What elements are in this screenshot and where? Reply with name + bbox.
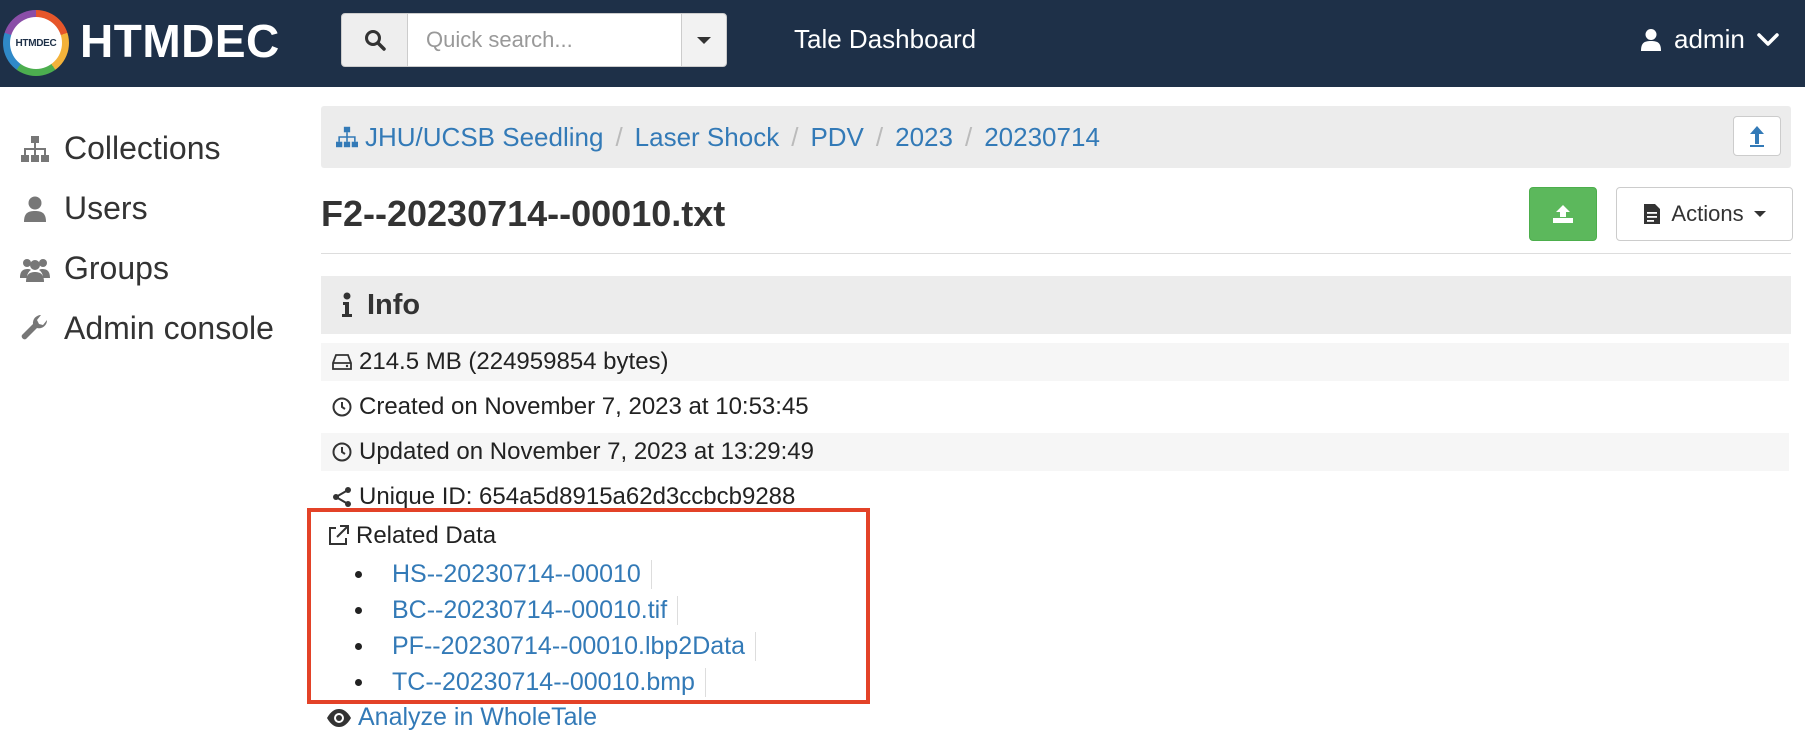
hdd-icon bbox=[332, 354, 352, 370]
page-title: F2--20230714--00010.txt bbox=[321, 193, 726, 234]
breadcrumb: JHU/UCSB Seedling / Laser Shock / PDV / … bbox=[321, 106, 1791, 168]
info-updated: Updated on November 7, 2023 at 13:29:49 bbox=[321, 433, 1789, 471]
breadcrumb-item[interactable]: 2023 bbox=[895, 122, 953, 153]
htmdec-logo[interactable]: HTMDEC bbox=[3, 10, 69, 76]
eye-icon bbox=[327, 708, 351, 727]
breadcrumb-item[interactable]: Laser Shock bbox=[635, 122, 780, 153]
breadcrumb-item-root[interactable]: JHU/UCSB Seedling bbox=[335, 122, 603, 153]
info-icon bbox=[342, 292, 352, 317]
info-heading-label: Info bbox=[367, 288, 421, 321]
breadcrumb-separator: / bbox=[875, 121, 884, 152]
actions-label: Actions bbox=[1671, 201, 1744, 226]
info-panel-heading: Info bbox=[321, 276, 1791, 334]
divider bbox=[321, 253, 1791, 254]
breadcrumb-separator: / bbox=[791, 121, 799, 152]
sidebar-item-collections[interactable]: Collections bbox=[20, 130, 221, 167]
sidebar: Collections Users Groups Admin console bbox=[0, 87, 300, 749]
brand-title[interactable]: HTMDEC bbox=[80, 14, 280, 68]
search-button[interactable] bbox=[341, 13, 408, 67]
file-size: 214.5 MB (224959854 bytes) bbox=[359, 348, 669, 375]
username: admin bbox=[1674, 24, 1745, 54]
sidebar-item-label: Collections bbox=[64, 130, 221, 166]
user-icon bbox=[1641, 28, 1661, 51]
search-icon bbox=[364, 30, 386, 51]
upload-icon bbox=[1553, 205, 1573, 223]
info-created: Created on November 7, 2023 at 10:53:45 bbox=[321, 388, 1789, 426]
search-mode-dropdown[interactable] bbox=[681, 13, 727, 67]
breadcrumb-separator: / bbox=[964, 121, 973, 152]
caret-down-icon bbox=[1753, 211, 1766, 217]
sidebar-item-label: Users bbox=[64, 190, 148, 226]
user-icon bbox=[24, 196, 46, 222]
file-text-icon bbox=[1644, 204, 1661, 224]
logo-text: HTMDEC bbox=[10, 17, 62, 69]
highlight-annotation-box bbox=[307, 508, 870, 704]
actions-dropdown-button[interactable]: Actions bbox=[1616, 187, 1793, 241]
sitemap-icon bbox=[336, 126, 358, 148]
wrench-icon bbox=[21, 314, 48, 339]
chevron-down-icon bbox=[1757, 32, 1779, 46]
sidebar-item-label: Groups bbox=[64, 250, 169, 286]
created-date: Created on November 7, 2023 at 10:53:45 bbox=[359, 393, 809, 420]
breadcrumb-label: JHU/UCSB Seedling bbox=[365, 121, 604, 152]
updated-date: Updated on November 7, 2023 at 13:29:49 bbox=[359, 438, 814, 465]
tale-dashboard-link[interactable]: Tale Dashboard bbox=[794, 24, 976, 55]
level-up-icon bbox=[1750, 126, 1764, 147]
sidebar-item-users[interactable]: Users bbox=[20, 190, 148, 227]
breadcrumb-separator: / bbox=[615, 121, 623, 152]
upload-button[interactable] bbox=[1529, 187, 1597, 241]
unique-id: Unique ID: 654a5d8915a62d3ccbcb9288 bbox=[359, 483, 796, 510]
quick-search bbox=[341, 13, 727, 67]
analyze-link[interactable]: Analyze in WholeTale bbox=[358, 703, 597, 732]
user-menu[interactable]: admin bbox=[1640, 24, 1779, 55]
sidebar-item-label: Admin console bbox=[64, 310, 274, 346]
sidebar-item-groups[interactable]: Groups bbox=[20, 250, 169, 287]
caret-down-icon bbox=[697, 36, 711, 44]
info-size: 214.5 MB (224959854 bytes) bbox=[321, 343, 1789, 381]
analyze-in-wholetale[interactable]: Analyze in WholeTale bbox=[326, 703, 597, 732]
clock-icon bbox=[332, 442, 352, 462]
breadcrumb-item[interactable]: PDV bbox=[810, 122, 863, 153]
search-input[interactable] bbox=[408, 13, 681, 67]
breadcrumb-item[interactable]: 20230714 bbox=[984, 122, 1100, 153]
clock-icon bbox=[332, 397, 352, 417]
sidebar-item-admin-console[interactable]: Admin console bbox=[20, 310, 274, 347]
parent-folder-button[interactable] bbox=[1733, 116, 1781, 156]
top-navbar: HTMDEC HTMDEC Tale Dashboard admin bbox=[0, 0, 1805, 87]
share-icon bbox=[333, 487, 351, 507]
users-icon bbox=[20, 258, 50, 282]
sitemap-icon bbox=[21, 135, 49, 162]
